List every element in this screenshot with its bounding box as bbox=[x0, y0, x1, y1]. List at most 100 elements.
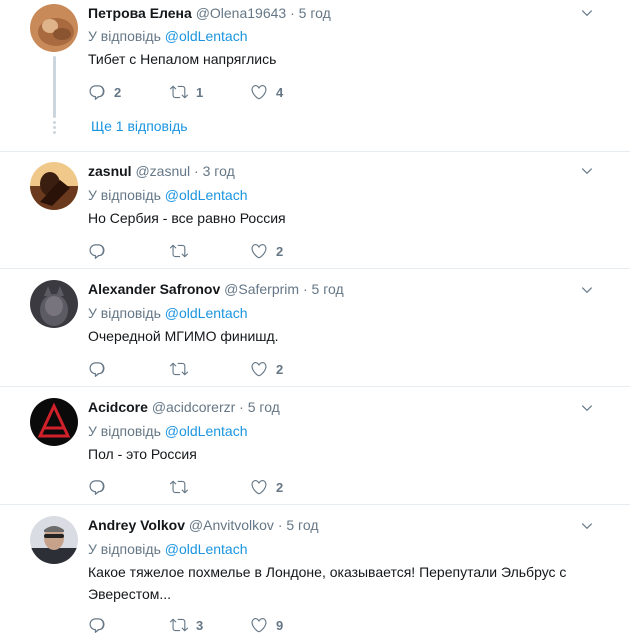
timestamp[interactable]: 5 год bbox=[286, 517, 318, 533]
avatar[interactable] bbox=[30, 398, 78, 446]
like-button[interactable]: 9 bbox=[250, 615, 283, 635]
tweet-header: Петрова Елена @Olena19643 · 5 год bbox=[88, 4, 331, 22]
chevron-down-icon[interactable] bbox=[580, 283, 594, 297]
display-name[interactable]: Andrey Volkov bbox=[88, 517, 185, 533]
show-more-replies-link[interactable]: Ще 1 відповідь bbox=[91, 118, 188, 134]
like-button[interactable]: 4 bbox=[250, 82, 283, 102]
tweet-text: Но Сербия - все равно Россия bbox=[88, 210, 286, 226]
reply-icon bbox=[88, 616, 106, 634]
tweet-text-line: Какое тяжелое похмелье в Лондоне, оказыв… bbox=[88, 564, 567, 580]
user-handle[interactable]: @acidcorerzr bbox=[152, 399, 235, 415]
heart-icon bbox=[250, 360, 268, 378]
retweet-count: 3 bbox=[196, 617, 204, 633]
separator: · bbox=[194, 163, 199, 179]
display-name[interactable]: Acidcore bbox=[88, 399, 148, 415]
separator: · bbox=[302, 281, 308, 297]
tweet-item[interactable]: Alexander Safronov @Saferprim · 5 год У … bbox=[0, 269, 630, 387]
heart-icon bbox=[250, 242, 268, 260]
timestamp[interactable]: 5 год bbox=[312, 281, 344, 297]
tweet-header: Acidcore @acidcorerzr · 5 год bbox=[88, 398, 280, 416]
reply-icon bbox=[88, 360, 106, 378]
reply-icon bbox=[88, 478, 106, 496]
retweet-icon bbox=[170, 360, 188, 378]
reply-mention[interactable]: @oldLentach bbox=[165, 423, 248, 439]
timestamp[interactable]: 5 год bbox=[248, 399, 280, 415]
tweet-item[interactable]: Acidcore @acidcorerzr · 5 год У відповід… bbox=[0, 387, 630, 505]
reply-icon bbox=[88, 83, 106, 101]
like-count: 2 bbox=[276, 479, 284, 495]
tweet-text-line: Эверестом... bbox=[88, 586, 172, 602]
reply-mention[interactable]: @oldLentach bbox=[165, 541, 248, 557]
reply-button[interactable] bbox=[88, 615, 114, 635]
retweet-icon bbox=[170, 242, 188, 260]
tweet-header: Alexander Safronov @Saferprim · 5 год bbox=[88, 280, 344, 298]
tweet-text: Тибет с Непалом напряглись bbox=[88, 51, 277, 67]
retweet-icon bbox=[170, 478, 188, 496]
heart-icon bbox=[250, 83, 268, 101]
tweet-header: zasnul @zasnul · 3 год bbox=[88, 162, 235, 180]
reply-context: У відповідь @oldLentach bbox=[88, 422, 248, 440]
retweet-icon bbox=[170, 83, 188, 101]
tweet-item[interactable]: Петрова Елена @Olena19643 · 5 год У відп… bbox=[0, 0, 630, 152]
timestamp[interactable]: 5 год bbox=[299, 5, 331, 21]
tweet-text: Какое тяжелое похмелье в Лондоне, оказыв… bbox=[88, 561, 588, 605]
retweet-button[interactable]: 1 bbox=[170, 82, 203, 102]
retweet-button[interactable] bbox=[170, 477, 196, 497]
retweet-button[interactable]: 3 bbox=[170, 615, 203, 635]
reply-context: У відповідь @oldLentach bbox=[88, 304, 248, 322]
avatar[interactable] bbox=[30, 162, 78, 210]
heart-icon bbox=[250, 478, 268, 496]
user-handle[interactable]: @Saferprim bbox=[224, 281, 299, 297]
display-name[interactable]: zasnul bbox=[88, 163, 132, 179]
chevron-down-icon[interactable] bbox=[580, 519, 594, 533]
timestamp[interactable]: 3 год bbox=[203, 163, 235, 179]
reply-mention[interactable]: @oldLentach bbox=[165, 187, 248, 203]
retweet-button[interactable] bbox=[170, 241, 196, 261]
separator: · bbox=[239, 399, 244, 415]
chevron-down-icon[interactable] bbox=[580, 164, 594, 178]
reply-feed: Петрова Елена @Olena19643 · 5 год У відп… bbox=[0, 0, 630, 637]
like-count: 2 bbox=[276, 361, 284, 377]
avatar[interactable] bbox=[30, 516, 78, 564]
reply-context: У відповідь @oldLentach bbox=[88, 186, 248, 204]
separator: · bbox=[290, 5, 295, 21]
reply-prefix: У відповідь bbox=[88, 541, 161, 557]
reply-mention[interactable]: @oldLentach bbox=[165, 28, 248, 44]
tweet-item[interactable]: Andrey Volkov @Anvitvolkov · 5 год У від… bbox=[0, 505, 630, 637]
user-handle[interactable]: @Olena19643 bbox=[196, 5, 287, 21]
like-button[interactable]: 2 bbox=[250, 359, 283, 379]
avatar[interactable] bbox=[30, 280, 78, 328]
retweet-icon bbox=[170, 616, 188, 634]
reply-button[interactable] bbox=[88, 359, 114, 379]
user-handle[interactable]: @Anvitvolkov bbox=[189, 517, 274, 533]
reply-prefix: У відповідь bbox=[88, 423, 161, 439]
reply-button[interactable] bbox=[88, 241, 114, 261]
like-button[interactable]: 2 bbox=[250, 477, 283, 497]
separator: · bbox=[277, 517, 283, 533]
reply-context: У відповідь @oldLentach bbox=[88, 540, 248, 558]
retweet-button[interactable] bbox=[170, 359, 196, 379]
like-count: 4 bbox=[276, 84, 284, 100]
reply-count: 2 bbox=[114, 84, 122, 100]
display-name[interactable]: Петрова Елена bbox=[88, 5, 192, 21]
reply-prefix: У відповідь bbox=[88, 305, 161, 321]
retweet-count: 1 bbox=[196, 84, 204, 100]
chevron-down-icon[interactable] bbox=[580, 401, 594, 415]
reply-button[interactable]: 2 bbox=[88, 82, 121, 102]
heart-icon bbox=[250, 616, 268, 634]
tweet-text: Очередной МГИМО финишд. bbox=[88, 328, 279, 344]
display-name[interactable]: Alexander Safronov bbox=[88, 281, 220, 297]
avatar[interactable] bbox=[30, 4, 78, 52]
like-count: 9 bbox=[276, 617, 284, 633]
like-button[interactable]: 2 bbox=[250, 241, 283, 261]
tweet-item[interactable]: zasnul @zasnul · 3 год У відповідь @oldL… bbox=[0, 152, 630, 269]
thread-line bbox=[53, 56, 56, 118]
reply-mention[interactable]: @oldLentach bbox=[165, 305, 248, 321]
thread-dots bbox=[53, 121, 56, 136]
user-handle[interactable]: @zasnul bbox=[135, 163, 190, 179]
reply-prefix: У відповідь bbox=[88, 28, 161, 44]
reply-button[interactable] bbox=[88, 477, 114, 497]
chevron-down-icon[interactable] bbox=[580, 6, 594, 20]
reply-prefix: У відповідь bbox=[88, 187, 161, 203]
reply-icon bbox=[88, 242, 106, 260]
